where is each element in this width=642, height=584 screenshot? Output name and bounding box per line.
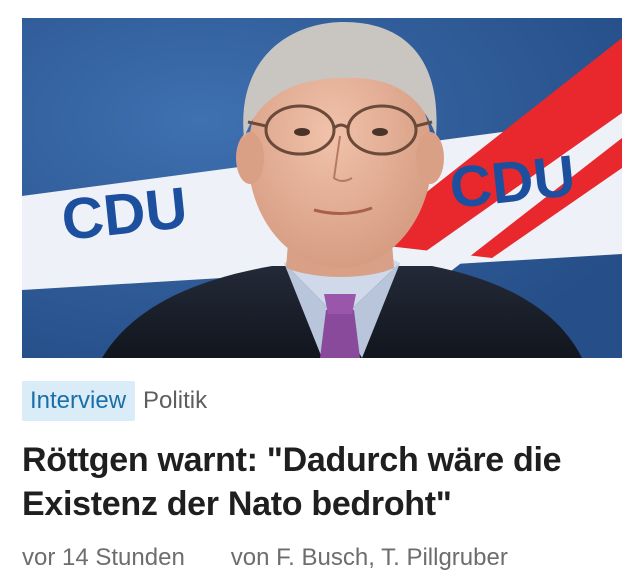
article-card[interactable]: CDU CDU Interview Politik Röttgen warnt:… [0,0,642,584]
article-meta: vor 14 Stunden von F. Busch, T. Pillgrub… [22,540,508,576]
tie [320,310,360,358]
timestamp: vor 14 Stunden [22,544,185,571]
article-headline[interactable]: Röttgen warnt: "Dadurch wäre die Existen… [22,438,622,526]
category-link[interactable]: Politik [143,381,207,421]
headline-line-2: Existenz der Nato bedroht" [22,485,452,523]
headline-line-1: Röttgen warnt: "Dadurch wäre die [22,441,562,479]
interview-tag[interactable]: Interview [22,381,136,421]
article-image[interactable]: CDU CDU [22,18,622,358]
tag-row: Interview Politik [22,381,207,421]
cdu-logo-right: CDU [447,143,579,221]
cdu-logo-left: CDU [59,175,191,253]
author-byline: von F. Busch, T. Pillgruber [230,544,508,571]
